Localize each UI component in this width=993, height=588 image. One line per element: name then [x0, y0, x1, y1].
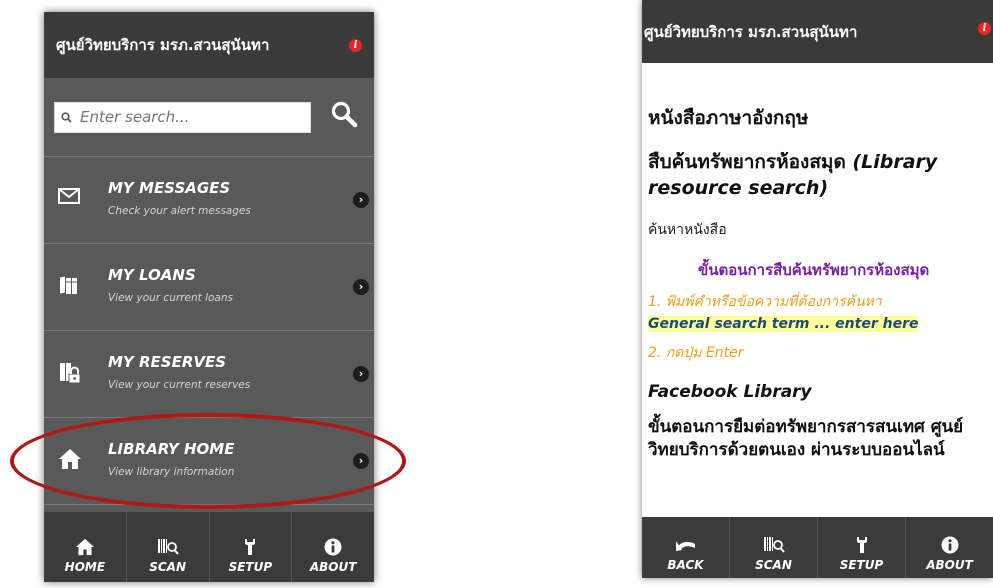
home-icon: [75, 538, 94, 556]
tab-label: SCAN: [149, 560, 187, 574]
resource-search-thai: สืบค้นทรัพยากรห้องสมุด: [648, 151, 846, 173]
library-home-screen: ศูนย์วิทยบริการ มรภ.สวนสุนันทา i หนังสือ…: [642, 0, 993, 578]
barcode-icon: [763, 537, 785, 553]
chevron-right-icon: ›: [353, 192, 369, 208]
info-icon[interactable]: i: [349, 39, 362, 52]
find-books-link[interactable]: ค้นหาหนังสือ: [648, 219, 989, 241]
menu-item-title: MY RESERVES: [108, 353, 227, 371]
back-arrow-icon: [675, 541, 695, 551]
chevron-right-icon: ›: [353, 366, 369, 382]
tab-label: ABOUT: [309, 560, 357, 574]
tab-label: SETUP: [228, 560, 273, 574]
app-title: ศูนย์วิทยบริการ มรภ.สวนสุนันทา: [644, 22, 858, 41]
menu-item-my-loans[interactable]: MY LOANS View your current loans ›: [44, 244, 374, 331]
english-books-heading[interactable]: หนังสือภาษาอังกฤษ: [648, 103, 989, 133]
library-content: หนังสือภาษาอังกฤษ สืบค้นทรัพยากรห้องสมุด…: [642, 103, 993, 462]
general-search-term-input[interactable]: General search term ... enter here: [648, 316, 919, 332]
tab-label: SCAN: [755, 558, 792, 572]
menu-item-subtitle: View your current reserves: [108, 379, 251, 391]
info-icon: [324, 538, 342, 556]
self-loan-heading[interactable]: ขั้นตอนการยืมต่อทรัพยากรสารสนเทศ ศูนย์วิ…: [648, 416, 989, 462]
tab-about[interactable]: ABOUT: [906, 517, 993, 578]
resource-search-heading[interactable]: สืบค้นทรัพยากรห้องสมุด (Library resource…: [648, 149, 989, 201]
info-icon: [941, 536, 958, 554]
search-button-icon[interactable]: [330, 100, 358, 128]
envelope-icon: [58, 188, 80, 204]
chevron-right-icon: ›: [353, 279, 369, 295]
search-steps-heading: ขั้นตอนการสืบค้นทรัพยากรห้องสมุด: [698, 261, 930, 279]
tab-label: ABOUT: [926, 558, 973, 572]
tab-scan[interactable]: SCAN: [730, 517, 818, 578]
tab-back[interactable]: BACK: [642, 517, 730, 578]
menu-item-my-messages[interactable]: MY MESSAGES Check your alert messages ›: [44, 157, 374, 244]
locked-books-icon: [60, 363, 81, 384]
app-title: ศูนย์วิทยบริการ มรภ.สวนสุนันทา: [56, 36, 270, 54]
menu-item-my-reserves[interactable]: MY RESERVES View your current reserves ›: [44, 331, 374, 418]
menu-item-title: MY LOANS: [108, 266, 196, 284]
menu-item-subtitle: View your current loans: [108, 292, 233, 304]
highlight-circle: [10, 413, 406, 509]
step-2-text: 2. กดปุ่ม Enter: [648, 345, 744, 361]
tab-scan[interactable]: SCAN: [127, 512, 210, 582]
wrench-icon: [245, 539, 256, 555]
tab-about[interactable]: ABOUT: [292, 512, 374, 582]
info-icon[interactable]: i: [978, 22, 991, 35]
tab-label: BACK: [667, 558, 704, 572]
tab-label: HOME: [64, 560, 106, 574]
search-field[interactable]: [54, 101, 311, 133]
search-input[interactable]: [78, 107, 292, 127]
tab-home[interactable]: HOME: [44, 512, 127, 582]
wrench-icon: [856, 537, 867, 553]
step-1-text: 1. พิมพ์คำหรือข้อความที่ต้องการค้นหา: [648, 294, 882, 310]
search-small-icon: [61, 111, 72, 123]
tab-setup[interactable]: SETUP: [210, 512, 293, 582]
tab-setup[interactable]: SETUP: [818, 517, 906, 578]
menu-item-title: MY MESSAGES: [108, 179, 231, 197]
bottom-tab-bar: BACK SCAN SETUP ABOUT: [642, 517, 993, 578]
facebook-library-link[interactable]: Facebook Library: [648, 382, 989, 402]
tab-label: SETUP: [839, 558, 884, 572]
search-bar: [44, 78, 374, 157]
barcode-icon: [157, 539, 179, 555]
menu-item-subtitle: Check your alert messages: [108, 205, 251, 217]
app-header: ศูนย์วิทยบริการ มรภ.สวนสุนันทา i: [44, 12, 374, 78]
app-header: ศูนย์วิทยบริการ มรภ.สวนสุนันทา i: [642, 0, 993, 63]
bottom-tab-bar: HOME SCAN SETUP ABOUT: [44, 512, 374, 582]
books-icon: [60, 276, 77, 294]
